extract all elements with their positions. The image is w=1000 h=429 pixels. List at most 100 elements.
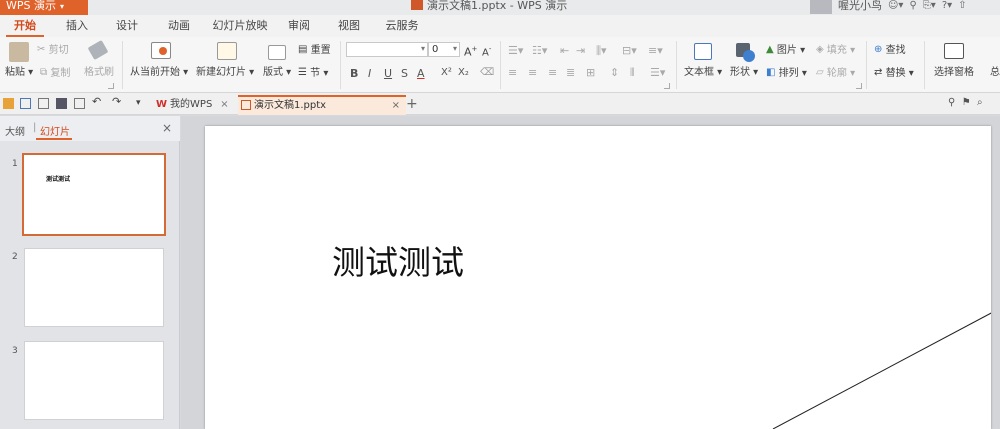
current-slide[interactable]: 测试测试 [205, 126, 991, 429]
collapse-ribbon-icon[interactable]: ⇧ [958, 0, 966, 11]
strikethrough-button[interactable]: S [401, 67, 408, 80]
text-direction-icon[interactable]: ⫼▾ [596, 45, 607, 57]
copy-button[interactable]: ⧉ 复制 [40, 67, 70, 80]
print-preview-icon[interactable] [74, 98, 85, 109]
print-icon[interactable] [56, 98, 67, 109]
tab-view[interactable]: 视图 [330, 15, 368, 37]
decrease-indent-icon[interactable]: ⇤ [560, 45, 569, 57]
reset-button[interactable]: ▤ 重置 [298, 44, 331, 57]
new-tab-button[interactable]: + [406, 95, 418, 113]
arrange-button[interactable]: ◧ 排列 ▾ [766, 67, 807, 80]
superscript-button[interactable]: X² [441, 67, 452, 78]
skin-icon[interactable]: ☺▾ [888, 0, 903, 11]
tab-slides[interactable]: 幻灯片 [40, 123, 70, 138]
slide-thumbnail-3[interactable] [24, 341, 164, 420]
close-icon[interactable]: × [162, 121, 172, 135]
undo-icon[interactable]: ↶ [92, 96, 101, 108]
picture-button[interactable]: ▲ 图片 ▾ [766, 44, 805, 57]
paste-button[interactable]: 粘贴 ▾ [5, 67, 33, 79]
tab-design[interactable]: 设计 [108, 15, 146, 37]
app-menu-button[interactable]: WPS 演示 ▾ [0, 0, 88, 15]
clear-format-icon[interactable]: ⌫ [480, 67, 494, 78]
layout-button[interactable]: 版式 ▾ [263, 67, 291, 79]
arrange-label: 排列 [778, 68, 799, 79]
align-right-icon[interactable]: ≡ [548, 67, 557, 79]
textbox-button[interactable]: 文本框 ▾ [684, 67, 722, 79]
tab-current-document[interactable]: 演示文稿1.pptx × [238, 95, 406, 115]
justify-icon[interactable]: ≣ [566, 67, 575, 79]
open-folder-icon[interactable] [3, 98, 14, 109]
distribute-icon[interactable]: ⊞ [586, 67, 595, 79]
pin-icon[interactable]: ⚲ [948, 97, 955, 108]
replace-button[interactable]: ⇄ 替换 ▾ [874, 67, 914, 80]
picture-label: 图片 [776, 45, 797, 56]
format-painter-icon [87, 39, 109, 61]
save-icon[interactable] [20, 98, 31, 109]
tab-divider: | [33, 122, 37, 133]
find-button[interactable]: ⊕ 查找 [874, 44, 906, 57]
format-painter-button[interactable]: 格式刷 [84, 67, 114, 79]
bullet-list-icon[interactable]: ☰▾ [508, 45, 523, 57]
avatar[interactable] [810, 0, 832, 14]
drawing-launcher-icon[interactable] [856, 83, 862, 89]
numbered-list-icon[interactable]: ☷▾ [532, 45, 547, 57]
selection-pane-button[interactable]: 选择窗格 [934, 67, 974, 79]
underline-button[interactable]: U [384, 67, 392, 80]
section-icon: ☰ [298, 67, 307, 78]
tab-animation[interactable]: 动画 [160, 15, 198, 37]
columns-icon[interactable]: ⫴ [630, 67, 635, 79]
slide-thumbnail-1[interactable]: 测试测试 [22, 153, 166, 236]
slide-line-shape[interactable] [205, 126, 991, 429]
font-name-combo[interactable]: ▾ [346, 42, 428, 57]
section-label: 节 [310, 68, 321, 79]
location-icon[interactable]: ⚲ [909, 0, 916, 11]
subscript-button[interactable]: X₂ [458, 67, 469, 78]
align-text-icon[interactable]: ⊟▾ [622, 45, 637, 57]
paragraph-spacing-icon[interactable]: ⇕ [610, 67, 619, 79]
outline-button[interactable]: ▱ 轮廓 ▾ [816, 67, 855, 80]
bold-button[interactable]: B [350, 67, 358, 80]
fill-button[interactable]: ◈ 填充 ▾ [816, 44, 855, 57]
more-paragraph-icon[interactable]: ☰▾ [650, 67, 665, 79]
italic-button[interactable]: I [368, 67, 371, 80]
section-button[interactable]: ☰ 节 ▾ [298, 67, 328, 80]
shape-icon [736, 43, 755, 62]
line-spacing-icon[interactable]: ≡▾ [648, 45, 663, 57]
font-color-button[interactable]: A [417, 67, 425, 80]
increase-indent-icon[interactable]: ⇥ [576, 45, 585, 57]
paragraph-launcher-icon[interactable] [664, 83, 670, 89]
font-size-combo[interactable]: 0 ▾ [428, 42, 460, 57]
export-pdf-icon[interactable] [38, 98, 49, 109]
tab-outline[interactable]: 大纲 [5, 123, 25, 138]
tab-insert[interactable]: 插入 [58, 15, 96, 37]
tab-mywps[interactable]: W 我的WPS × [156, 95, 229, 114]
close-icon[interactable]: × [220, 99, 228, 110]
align-center-icon[interactable]: ≡ [528, 67, 537, 79]
tab-cloud[interactable]: 云服务 [378, 15, 426, 37]
share-icon[interactable]: ⎘▾ [923, 0, 936, 11]
flag-icon[interactable]: ⚑ [962, 97, 971, 108]
align-left-icon[interactable]: ≡ [508, 67, 517, 79]
help-icon[interactable]: ?▾ [942, 0, 952, 11]
new-slide-icon [217, 42, 237, 60]
customize-quick-access-icon[interactable]: ▾ [136, 97, 141, 109]
new-slide-button[interactable]: 新建幻灯片 ▾ [196, 67, 254, 79]
redo-icon[interactable]: ↷ [112, 96, 121, 108]
grow-font-button[interactable]: A+ [464, 43, 477, 59]
slide-number: 2 [12, 252, 18, 262]
close-icon[interactable]: × [392, 97, 400, 114]
username[interactable]: 喔光小鸟 [838, 0, 882, 11]
tab-review[interactable]: 审阅 [280, 15, 318, 37]
textbox-label: 文本框 [684, 67, 714, 78]
clipboard-launcher-icon[interactable] [108, 83, 114, 89]
tab-slideshow[interactable]: 幻灯片放映 [208, 15, 272, 37]
cut-button[interactable]: ✂ 剪切 [37, 44, 69, 57]
more-button[interactable]: 总 [990, 67, 1000, 79]
separator [122, 41, 123, 89]
search-icon[interactable]: ⌕ [977, 97, 983, 108]
tab-home[interactable]: 开始 [6, 15, 44, 37]
shrink-font-button[interactable]: A- [482, 43, 491, 59]
slide-thumbnail-2[interactable] [24, 248, 164, 327]
from-current-button[interactable]: 从当前开始 ▾ [130, 67, 188, 79]
shape-button[interactable]: 形状 ▾ [730, 67, 758, 79]
